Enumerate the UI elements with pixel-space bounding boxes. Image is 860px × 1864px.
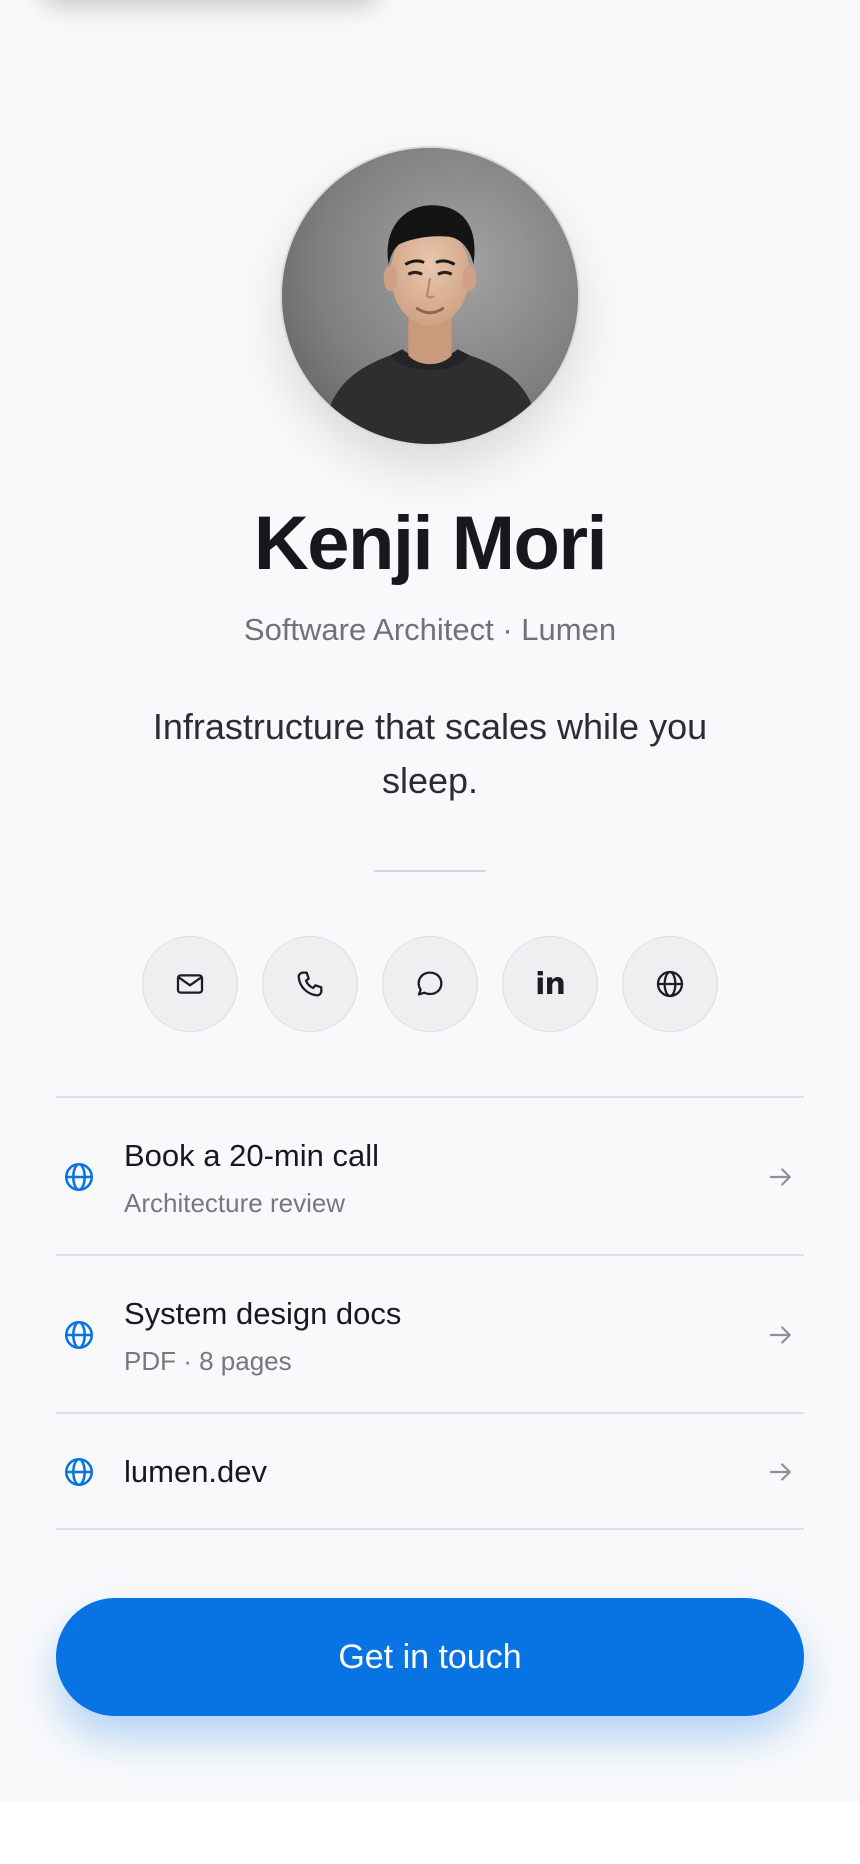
link-subtitle: PDF · 8 pages [124, 1346, 292, 1376]
arrow-right-icon [769, 1463, 791, 1481]
divider [374, 870, 486, 872]
globe-icon [64, 1457, 94, 1487]
arrow-right-icon [769, 1326, 791, 1344]
phone-icon [297, 971, 323, 997]
website-button[interactable] [622, 936, 718, 1032]
mail-icon [176, 974, 204, 994]
message-button[interactable] [382, 936, 478, 1032]
linkedin-icon: in [535, 966, 566, 1002]
link-row-website[interactable]: lumen.dev [56, 1414, 804, 1530]
link-row-book-call[interactable]: Book a 20-min call Architecture review [56, 1098, 804, 1256]
globe-icon [64, 1162, 94, 1192]
chat-icon [417, 971, 443, 996]
phone-button[interactable] [262, 936, 358, 1032]
get-in-touch-button[interactable]: Get in touch [56, 1598, 804, 1716]
social-buttons: in [142, 936, 718, 1032]
link-title: lumen.dev [124, 1454, 268, 1489]
profile-name: Kenji Mori [253, 501, 608, 586]
link-title: System design docs [124, 1296, 402, 1331]
avatar [280, 146, 580, 446]
globe-icon [64, 1320, 94, 1350]
profile-page: Kenji Mori Software Architect · Lumen In… [0, 0, 860, 1802]
link-list: Book a 20-min call Architecture review S… [56, 1096, 804, 1530]
profile-role: Software Architect · Lumen [243, 612, 617, 647]
linkedin-button[interactable]: in [502, 936, 598, 1032]
email-button[interactable] [142, 936, 238, 1032]
link-subtitle: Architecture review [124, 1188, 346, 1218]
arrow-right-icon [769, 1168, 791, 1186]
link-row-design-docs[interactable]: System design docs PDF · 8 pages [56, 1256, 804, 1414]
link-title: Book a 20-min call [124, 1138, 380, 1173]
profile-tagline: Infrastructure that scales while you sle… [152, 706, 708, 801]
globe-icon [656, 970, 684, 998]
